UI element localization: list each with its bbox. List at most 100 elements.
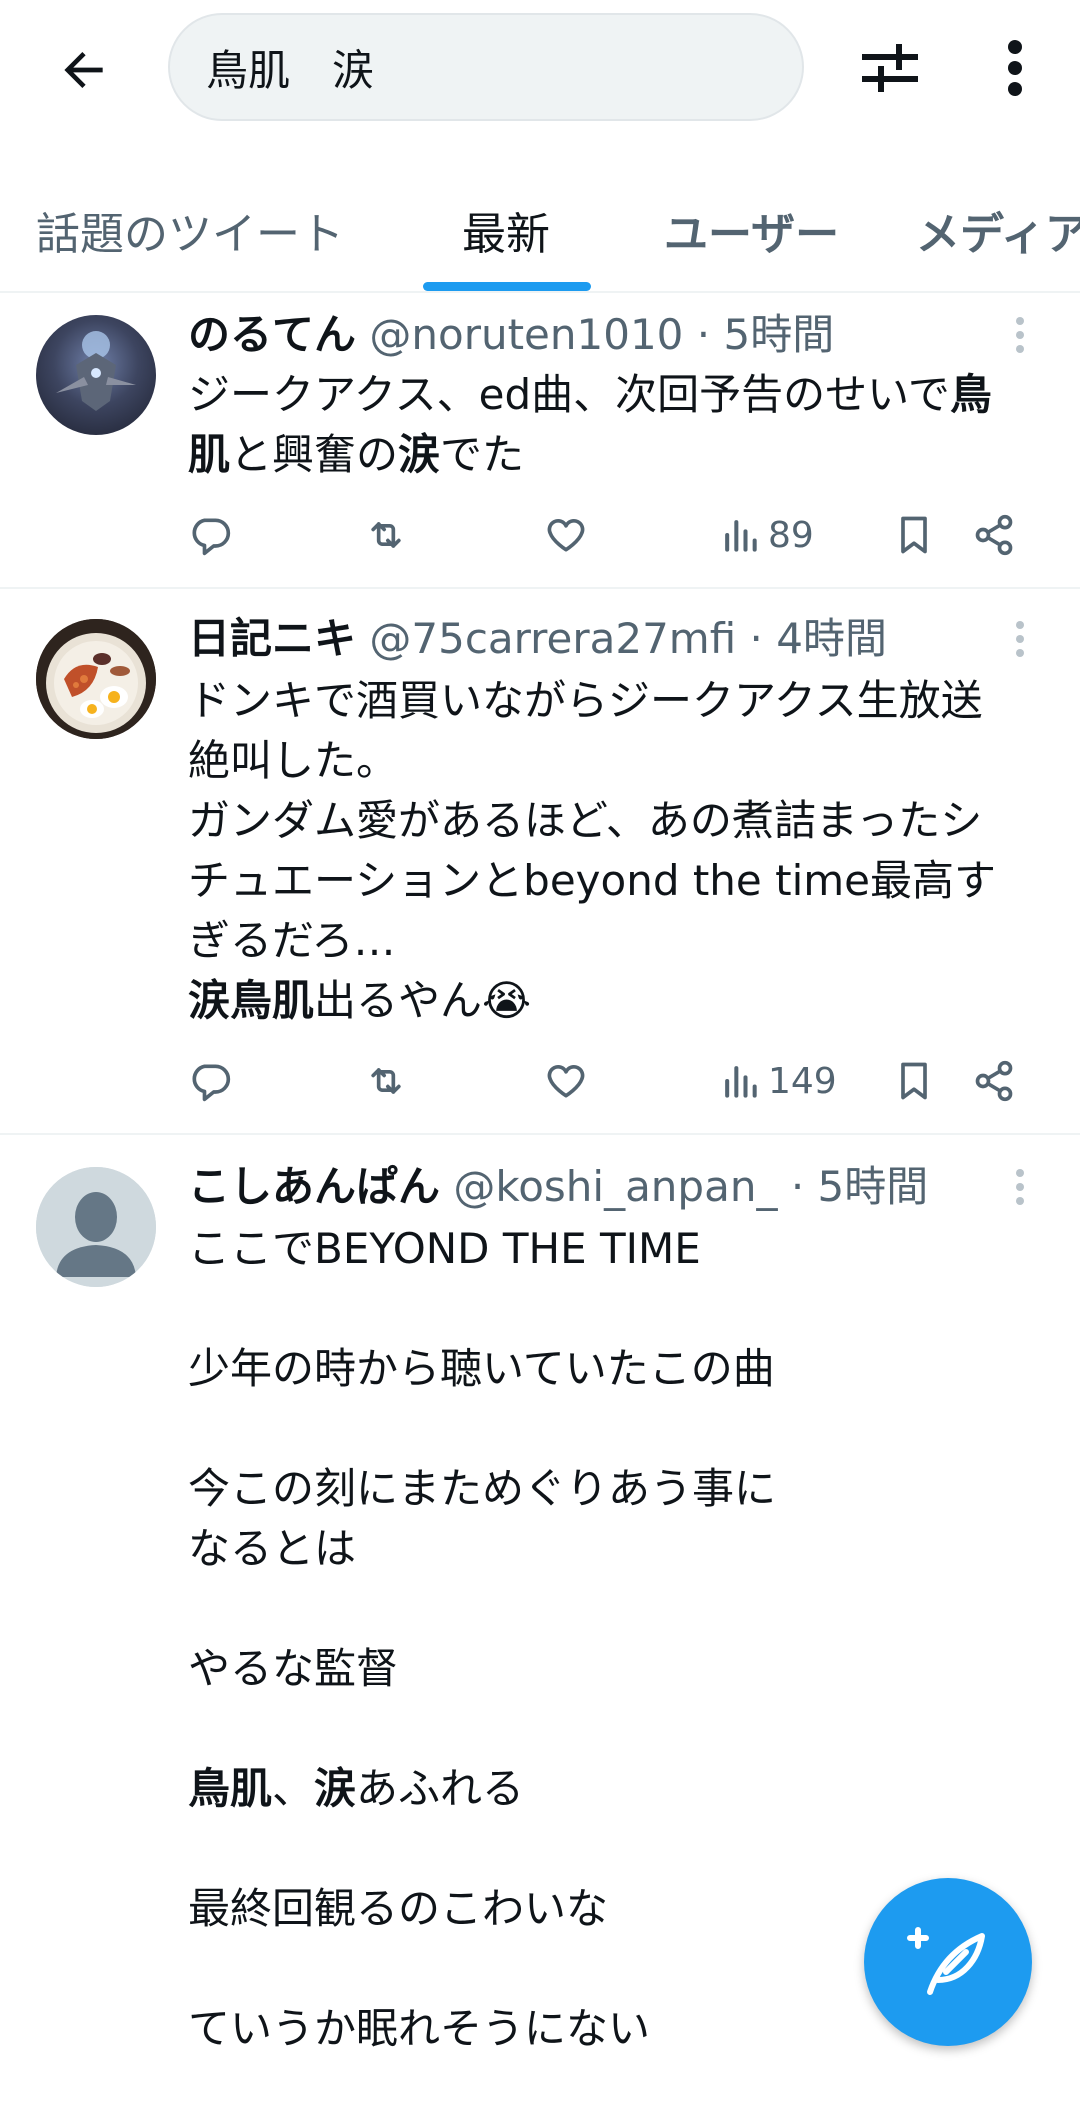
search-filter-button[interactable] bbox=[848, 28, 932, 108]
more-vertical-icon bbox=[1016, 317, 1024, 353]
tweet-text-line: なるとは bbox=[188, 1519, 1048, 1579]
highlighted-keyword: 鳥肌 bbox=[188, 1764, 273, 1813]
bookmark-button[interactable] bbox=[892, 1051, 936, 1111]
text-run: ジークアクス、ed曲、次回予告のせいで bbox=[188, 370, 950, 419]
text-run: 少年の時から聴いていたこの曲 bbox=[188, 1344, 775, 1393]
text-run: ガンダム愛があるほど、あの煮詰まったシ bbox=[188, 796, 983, 845]
tweet-text-line: 少年の時から聴いていたこの曲 bbox=[188, 1339, 1048, 1399]
share-icon bbox=[975, 1060, 1013, 1102]
default-avatar-icon bbox=[36, 1167, 156, 1287]
display-name[interactable]: 日記ニキ bbox=[188, 614, 356, 663]
tweet-text-line: 絶叫した。 bbox=[188, 731, 1048, 791]
tweet-text-line: チュエーションとbeyond the time最高す bbox=[188, 851, 1048, 911]
text-run: なるとは bbox=[188, 1524, 357, 1573]
text-run: ぎるだろ… bbox=[188, 916, 396, 965]
tweet-header: 日記ニキ @75carrera27mfi · 4時間 bbox=[188, 611, 887, 667]
views-button[interactable]: 89 bbox=[718, 505, 814, 565]
avatar-image bbox=[36, 619, 156, 739]
share-icon bbox=[975, 514, 1013, 556]
retweet-button[interactable] bbox=[364, 1051, 408, 1111]
tweet-menu-button[interactable] bbox=[1005, 1159, 1035, 1215]
back-button[interactable] bbox=[44, 30, 124, 110]
active-tab-indicator bbox=[423, 282, 591, 291]
text-run: やるな監督 bbox=[188, 1644, 399, 1693]
more-vertical-icon bbox=[1008, 40, 1022, 96]
text-run: 最終回観るのこわいな bbox=[188, 1884, 609, 1933]
bookmark-icon bbox=[901, 516, 927, 554]
tab-latest[interactable]: 最新 bbox=[462, 180, 550, 291]
user-handle[interactable]: @koshi_anpan_ bbox=[453, 1162, 777, 1211]
tweet-header: のるてん @noruten1010 · 5時間 bbox=[188, 307, 834, 363]
top-bar: 鳥肌 涙 bbox=[0, 0, 1080, 135]
like-button[interactable] bbox=[544, 1051, 588, 1111]
tweet-text: ドンキで酒買いながらジークアクス生放送 絶叫した。ガンダム愛があるほど、あの煮詰ま… bbox=[188, 671, 1048, 1031]
reply-icon bbox=[192, 1064, 231, 1102]
display-name[interactable]: のるてん bbox=[188, 310, 356, 359]
highlighted-keyword: 涙 bbox=[398, 430, 441, 479]
tweet-text-line bbox=[188, 1279, 1048, 1339]
highlighted-keyword: 鳥 bbox=[949, 370, 992, 419]
highlighted-keyword: 涙 bbox=[314, 1764, 357, 1813]
search-input[interactable]: 鳥肌 涙 bbox=[168, 13, 804, 121]
tweet-text-line: 肌と興奮の涙でた bbox=[188, 425, 1048, 485]
text-run: ドンキで酒買いながらジークアクス生放送 bbox=[188, 676, 983, 725]
tab-media[interactable]: メディア bbox=[916, 180, 1080, 291]
tweet-text-line: 鳥肌、涙あふれる bbox=[188, 1759, 1048, 1819]
reply-button[interactable] bbox=[188, 505, 232, 565]
user-handle[interactable]: @75carrera27mfi bbox=[369, 614, 736, 663]
tweet-text-line: ガンダム愛があるほど、あの煮詰まったシ bbox=[188, 791, 1048, 851]
retweet-icon bbox=[371, 1068, 401, 1094]
highlighted-keyword: 涙鳥肌 bbox=[188, 976, 315, 1025]
tweet[interactable]: のるてん @noruten1010 · 5時間 ジークアクス、ed曲、次回予告の… bbox=[0, 295, 1080, 589]
share-button[interactable] bbox=[972, 1051, 1016, 1111]
tweet-text-line: ここでBEYOND THE TIME bbox=[188, 1219, 1048, 1279]
tweet-header: こしあんぱん @koshi_anpan_ · 5時間 bbox=[188, 1159, 928, 1215]
compose-feather-icon bbox=[907, 1927, 985, 1995]
more-options-button[interactable] bbox=[980, 28, 1050, 108]
bookmark-button[interactable] bbox=[892, 505, 936, 565]
timestamp[interactable]: 4時間 bbox=[776, 614, 887, 663]
tweet-text-line: ドンキで酒買いながらジークアクス生放送 bbox=[188, 671, 1048, 731]
share-button[interactable] bbox=[972, 505, 1016, 565]
text-run: 今この刻にまためぐりあう事に bbox=[188, 1464, 777, 1513]
tweet-text-line: 涙鳥肌出るやん😭 bbox=[188, 971, 1048, 1031]
tweet-text-line bbox=[188, 1399, 1048, 1459]
views-count: 89 bbox=[768, 514, 814, 556]
more-vertical-icon bbox=[1016, 1169, 1024, 1205]
like-button[interactable] bbox=[544, 505, 588, 565]
tweet[interactable]: 日記ニキ @75carrera27mfi · 4時間 ドンキで酒買いながらジーク… bbox=[0, 589, 1080, 1135]
more-vertical-icon bbox=[1016, 621, 1024, 657]
text-run: と興奮の bbox=[230, 430, 399, 479]
views-button[interactable]: 149 bbox=[718, 1051, 837, 1111]
user-handle[interactable]: @noruten1010 bbox=[369, 310, 683, 359]
tab-people[interactable]: ユーザー bbox=[664, 180, 839, 291]
avatar[interactable] bbox=[36, 1167, 156, 1287]
tweet-menu-button[interactable] bbox=[1005, 307, 1035, 363]
reply-icon bbox=[192, 518, 231, 556]
timestamp[interactable]: 5時間 bbox=[723, 310, 834, 359]
text-run: でた bbox=[440, 430, 525, 479]
like-icon bbox=[547, 519, 585, 552]
reply-button[interactable] bbox=[188, 1051, 232, 1111]
bookmark-icon bbox=[901, 1062, 927, 1100]
avatar[interactable] bbox=[36, 619, 156, 739]
timestamp[interactable]: 5時間 bbox=[818, 1162, 929, 1211]
text-run: 、 bbox=[272, 1764, 315, 1813]
compose-tweet-button[interactable] bbox=[864, 1878, 1032, 2046]
tweet-text-line: ぎるだろ… bbox=[188, 911, 1048, 971]
text-run: チュエーションとbeyond the time最高す bbox=[188, 856, 997, 905]
separator-dot: · bbox=[749, 614, 763, 663]
avatar-image bbox=[56, 331, 136, 411]
separator-dot: · bbox=[790, 1162, 805, 1211]
tweet-menu-button[interactable] bbox=[1005, 611, 1035, 667]
views-count: 149 bbox=[768, 1060, 837, 1102]
text-run: ていうか眠れそうにない bbox=[188, 2004, 651, 2053]
views-icon bbox=[725, 520, 757, 552]
avatar[interactable] bbox=[36, 315, 156, 435]
tab-top[interactable]: 話題のツイート bbox=[36, 180, 344, 291]
text-run: ここでBEYOND THE TIME bbox=[188, 1224, 701, 1273]
retweet-button[interactable] bbox=[364, 505, 408, 565]
text-run: 絶叫した。 bbox=[188, 736, 399, 785]
text-run: 出るやん😭 bbox=[314, 976, 532, 1025]
display-name[interactable]: こしあんぱん bbox=[188, 1162, 440, 1211]
